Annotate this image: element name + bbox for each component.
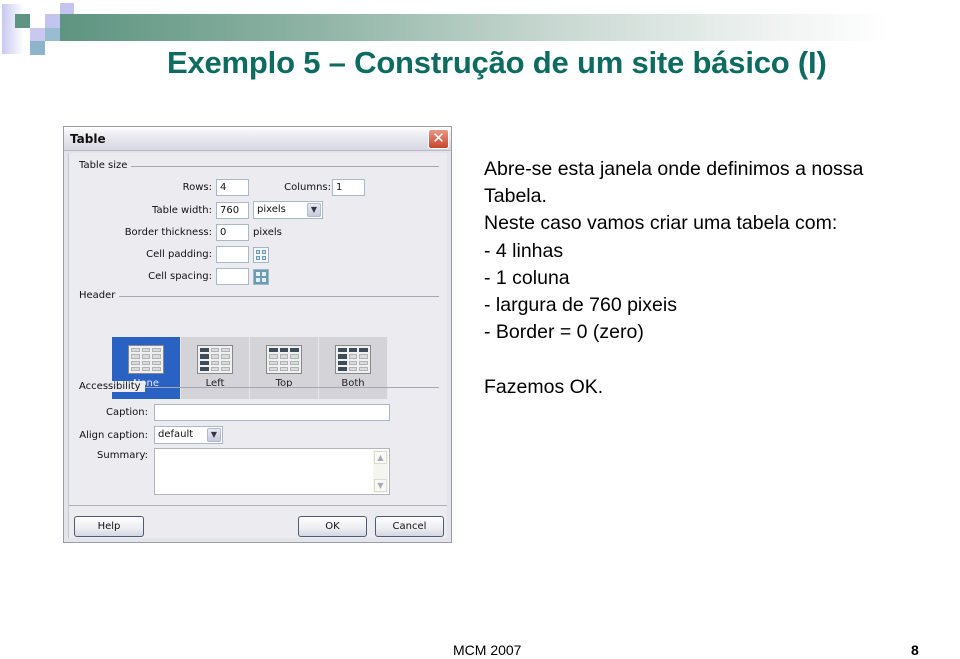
table-top-header-icon bbox=[266, 345, 302, 374]
dialog-body: Table size Rows: 4 Columns: 1 Table widt… bbox=[68, 153, 447, 538]
footer-label: MCM 2007 bbox=[453, 642, 522, 658]
cell-padding-input[interactable] bbox=[216, 246, 249, 263]
border-thickness-label: Border thickness: bbox=[124, 227, 212, 238]
table-size-divider bbox=[129, 166, 439, 167]
ok-button[interactable]: OK bbox=[298, 516, 367, 537]
title-bar-gradient bbox=[60, 14, 890, 41]
width-unit-value: pixels bbox=[257, 204, 286, 215]
header-options: None Left Top Both bbox=[112, 337, 388, 399]
columns-input[interactable]: 1 bbox=[332, 179, 365, 196]
cell-spacing-icon bbox=[253, 269, 269, 285]
chevron-down-icon: ▼ bbox=[307, 203, 321, 217]
summary-textarea[interactable]: ▲ ▼ bbox=[154, 448, 390, 495]
description-line: Neste caso vamos criar uma tabela com: bbox=[484, 212, 838, 235]
width-unit-select[interactable]: pixels ▼ bbox=[253, 201, 323, 219]
description-line: Fazemos OK. bbox=[484, 375, 604, 398]
table-size-group-label: Table size bbox=[79, 160, 132, 171]
caption-input[interactable] bbox=[154, 404, 390, 421]
description-line: - 4 linhas bbox=[484, 239, 564, 262]
slide-title: Exemplo 5 – Construção de um site básico… bbox=[167, 45, 827, 80]
header-divider bbox=[119, 296, 439, 297]
table-none-icon bbox=[128, 345, 164, 374]
button-separator bbox=[69, 505, 447, 506]
cell-padding-label: Cell padding: bbox=[146, 249, 212, 260]
align-caption-value: default bbox=[158, 429, 194, 440]
accessibility-group-label: Accessibility bbox=[79, 381, 145, 392]
cell-spacing-input[interactable] bbox=[216, 268, 249, 285]
align-caption-select[interactable]: default ▼ bbox=[154, 426, 223, 444]
description-line: - largura de 760 pixeis bbox=[484, 293, 677, 316]
close-icon: ✕ bbox=[432, 129, 445, 147]
caption-label: Caption: bbox=[106, 407, 148, 418]
close-button[interactable]: ✕ bbox=[428, 129, 449, 149]
header-option-left[interactable]: Left bbox=[181, 337, 250, 399]
cell-padding-icon bbox=[253, 247, 269, 263]
align-caption-label: Align caption: bbox=[79, 430, 148, 441]
header-option-top[interactable]: Top bbox=[250, 337, 319, 399]
cancel-button[interactable]: Cancel bbox=[375, 516, 444, 537]
rows-input[interactable]: 4 bbox=[216, 179, 249, 196]
header-group-label: Header bbox=[79, 290, 120, 301]
description-text: Abre-se esta janela onde definimos a nos… bbox=[484, 156, 863, 401]
border-unit-label: pixels bbox=[253, 227, 282, 238]
description-line: - Border = 0 (zero) bbox=[484, 321, 644, 344]
scroll-up-icon[interactable]: ▲ bbox=[374, 451, 387, 464]
description-line bbox=[484, 346, 863, 373]
summary-scrollbar[interactable]: ▲ ▼ bbox=[373, 450, 388, 493]
dialog-titlebar[interactable]: Table ✕ bbox=[64, 127, 451, 151]
summary-label: Summary: bbox=[97, 450, 148, 461]
description-line: - 1 coluna bbox=[484, 266, 570, 289]
table-both-header-icon bbox=[335, 345, 371, 374]
help-button[interactable]: Help bbox=[74, 516, 144, 537]
table-width-label: Table width: bbox=[152, 205, 212, 216]
chevron-down-icon: ▼ bbox=[207, 428, 221, 442]
border-thickness-input[interactable]: 0 bbox=[216, 224, 249, 241]
scroll-down-icon[interactable]: ▼ bbox=[374, 479, 387, 492]
accessibility-divider bbox=[139, 387, 439, 388]
description-line: Abre-se esta janela onde definimos a nos… bbox=[484, 158, 864, 180]
header-option-both[interactable]: Both bbox=[319, 337, 388, 399]
columns-label: Columns: bbox=[284, 182, 331, 193]
cell-spacing-label: Cell spacing: bbox=[148, 271, 212, 282]
description-line: Tabela. bbox=[484, 185, 547, 208]
table-left-header-icon bbox=[197, 345, 233, 374]
dialog-title: Table bbox=[70, 132, 106, 146]
table-width-input[interactable]: 760 bbox=[216, 202, 249, 219]
rows-label: Rows: bbox=[182, 182, 212, 193]
table-dialog: Table ✕ Table size Rows: 4 Columns: 1 Ta… bbox=[63, 126, 452, 543]
page-number: 8 bbox=[911, 642, 919, 658]
